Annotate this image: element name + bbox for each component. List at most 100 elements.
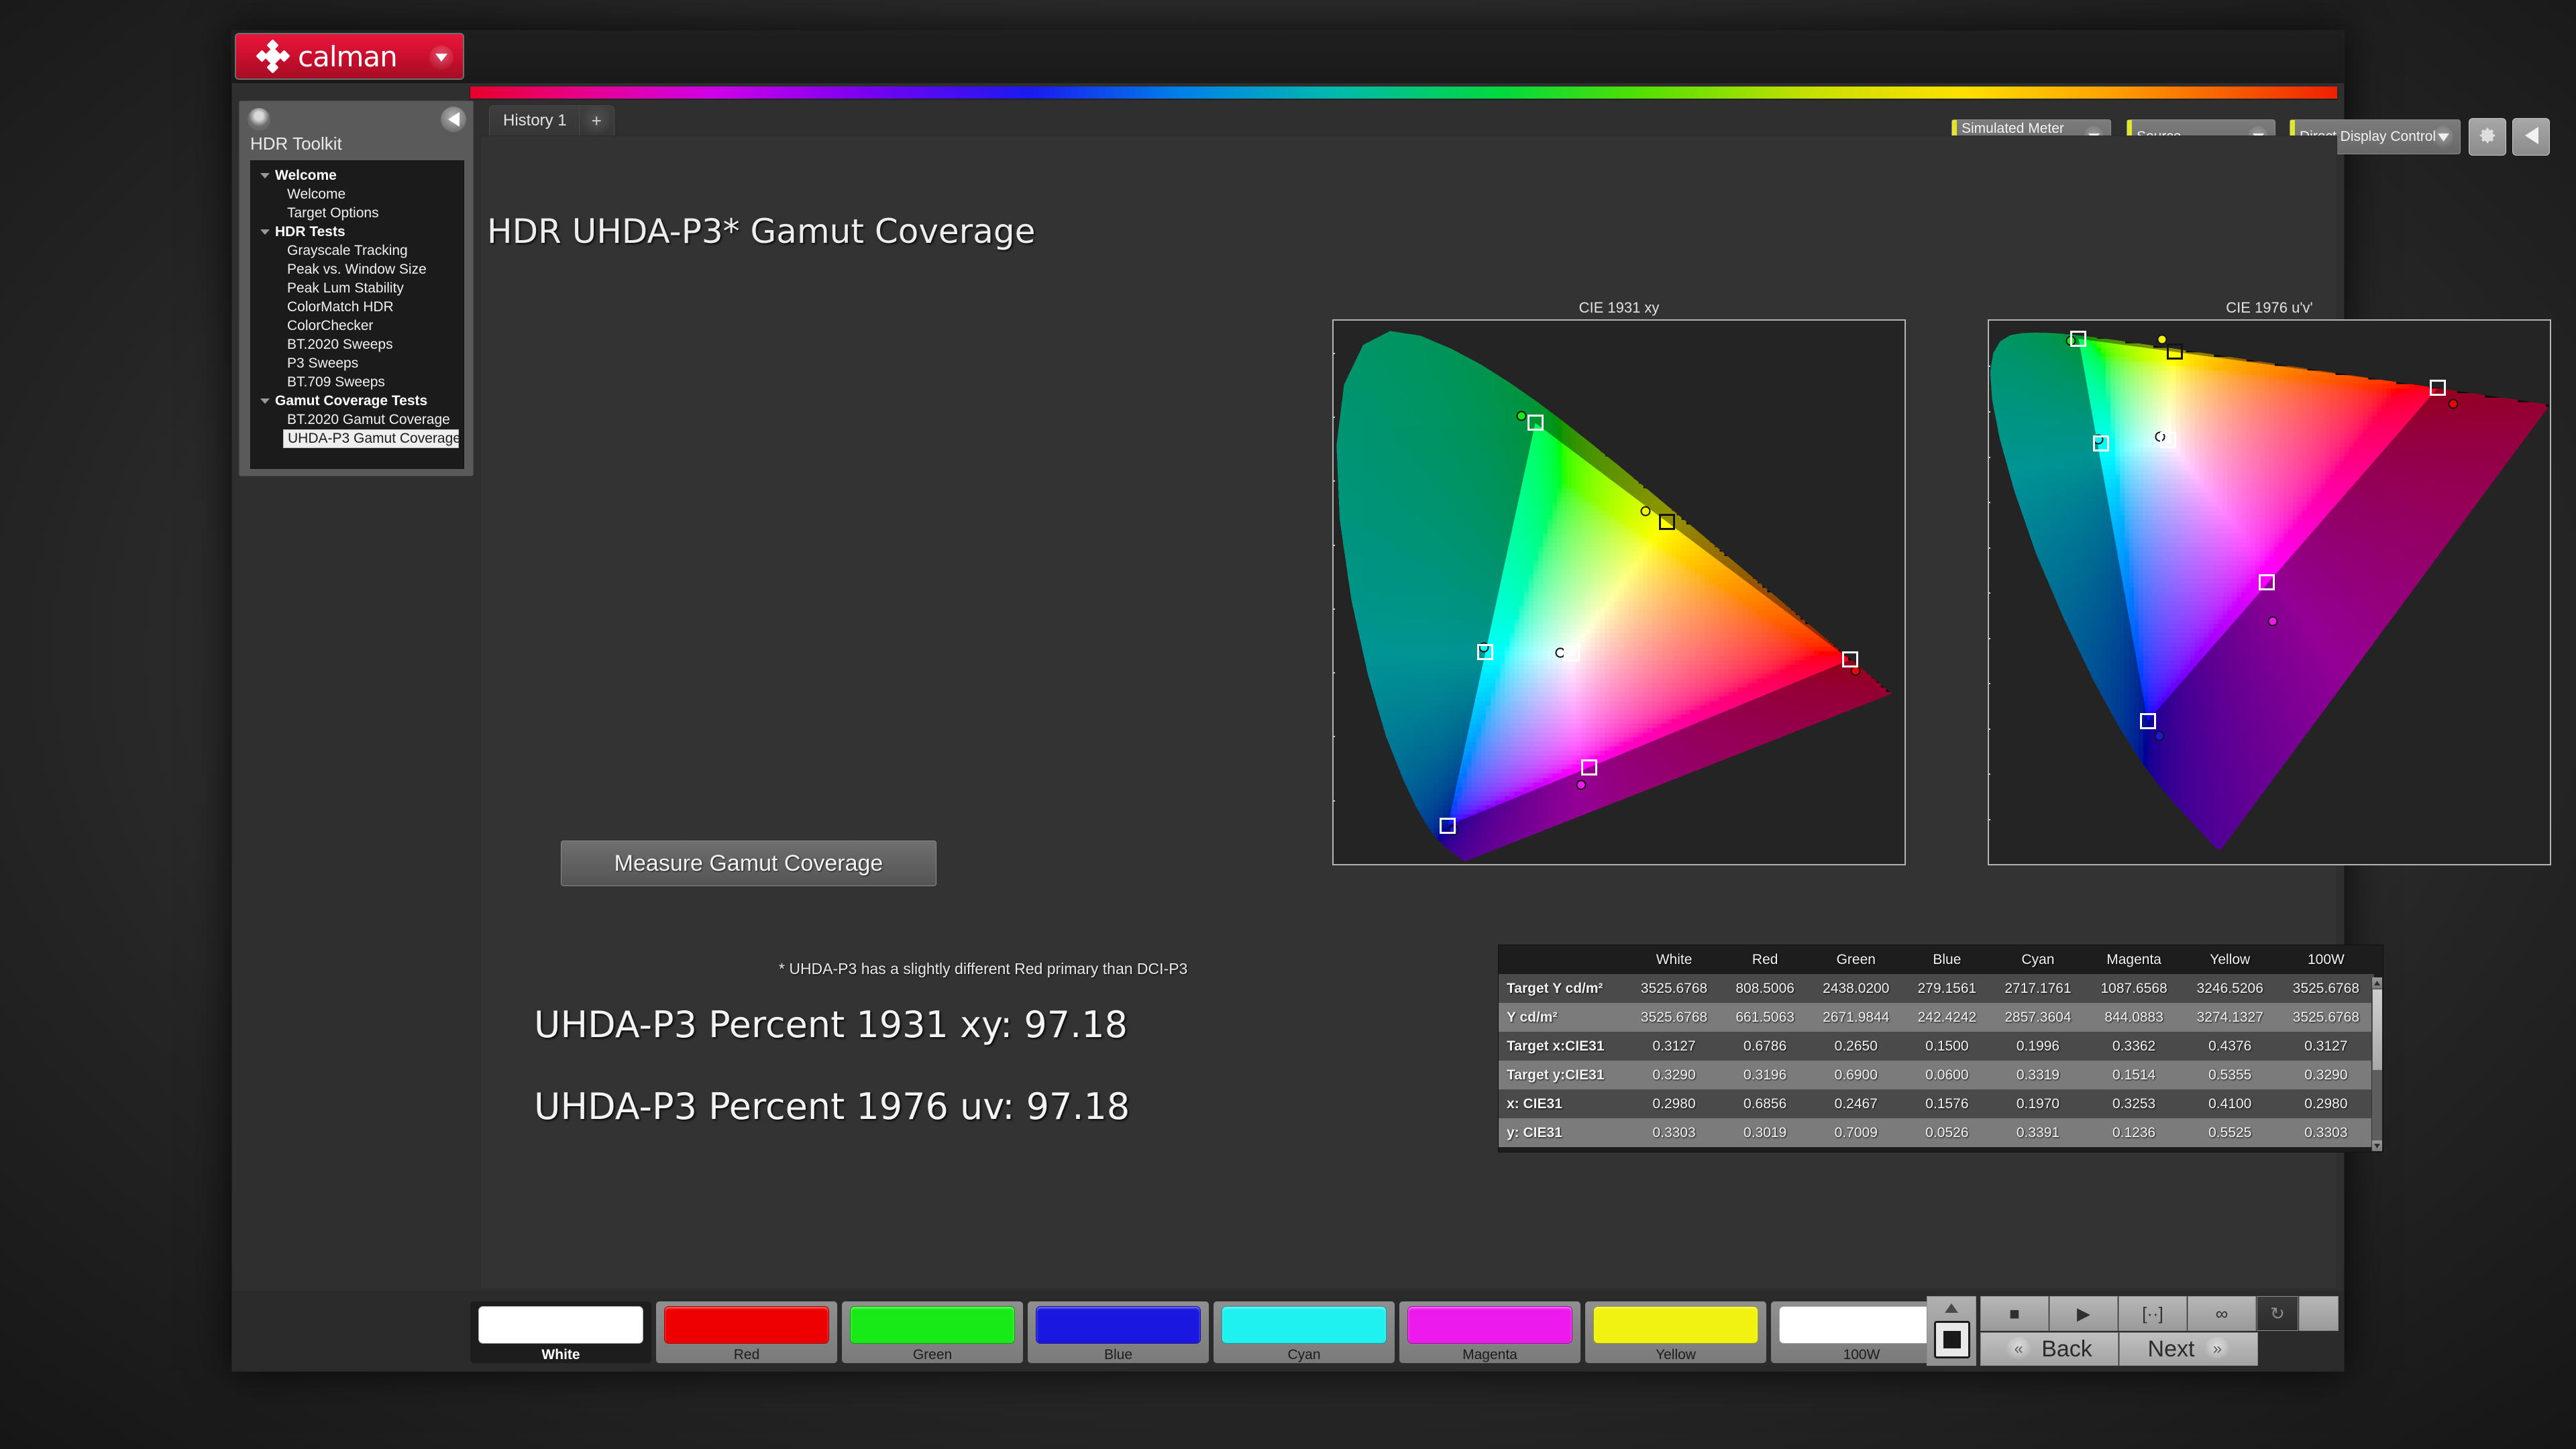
stop-button[interactable]: ■: [1980, 1296, 2049, 1331]
measurement-results-table[interactable]: White Red Green Blue Cyan Magenta Yellow 100W T…: [1498, 945, 2383, 1152]
sidebar-item-gamut-coverage-tests[interactable]: Gamut Coverage Tests: [251, 392, 464, 411]
swatch-blue[interactable]: Blue: [1028, 1301, 1209, 1363]
sidebar-item-uhda-p3-gamut-coverage[interactable]: UHDA-P3 Gamut Coverage: [283, 429, 461, 448]
refresh-button[interactable]: ↻: [2257, 1296, 2298, 1331]
collapse-left-panel-button[interactable]: [441, 107, 466, 132]
sidebar-item-bt-2020-gamut-coverage[interactable]: BT.2020 Gamut Coverage: [251, 411, 464, 429]
settings-button[interactable]: [2469, 118, 2506, 156]
swatch-color-chip: [1222, 1306, 1387, 1344]
table-cell: 0.3196: [1722, 1061, 1809, 1089]
swatch-white[interactable]: White: [470, 1301, 651, 1363]
scrollbar-thumb[interactable]: [2373, 989, 2382, 1070]
target-marker-green: [1527, 415, 1544, 431]
table-cell: 2671.9844: [1808, 1003, 1904, 1032]
table-scrollbar[interactable]: [2371, 977, 2382, 1151]
sidebar-item-bt-709-sweeps[interactable]: BT.709 Sweeps: [251, 373, 464, 392]
table-cell: 0.7009: [1808, 1118, 1904, 1147]
sidebar-item-label: Gamut Coverage Tests: [275, 393, 427, 409]
sidebar-item-colorchecker[interactable]: ColorChecker: [251, 317, 464, 335]
spectrum-gradient-bar: [470, 87, 2337, 99]
table-cell: 0.3019: [1722, 1118, 1809, 1147]
extra-button[interactable]: [2299, 1296, 2339, 1331]
sidebar-item-bt-2020-sweeps[interactable]: BT.2020 Sweeps: [251, 335, 464, 354]
sidebar-item-label: ColorChecker: [287, 318, 373, 334]
scroll-up-icon[interactable]: [2372, 977, 2382, 988]
gear-icon: [2477, 125, 2498, 149]
target-marker-100w: [1563, 645, 1580, 662]
sidebar-item-peak-lum-stability[interactable]: Peak Lum Stability: [251, 279, 464, 298]
triangle-expand-icon[interactable]: [260, 398, 270, 404]
window-pattern-icon[interactable]: [1934, 1321, 1970, 1358]
calman-logo-button[interactable]: calman: [235, 33, 464, 80]
row-header: Y cd/m²: [1499, 1003, 1626, 1032]
swatch-green[interactable]: Green: [842, 1301, 1023, 1363]
row-header: Target Y cd/m²: [1499, 974, 1626, 1003]
swatch-label: Magenta: [1462, 1347, 1517, 1363]
sidebar-item-label: P3 Sweeps: [287, 356, 358, 372]
swatch-magenta[interactable]: Magenta: [1399, 1301, 1580, 1363]
swatch-label: Cyan: [1287, 1347, 1320, 1363]
sidebar-item-colormatch-hdr[interactable]: ColorMatch HDR: [251, 298, 464, 317]
table-cell: 0.2467: [1808, 1089, 1904, 1118]
swatch-red[interactable]: Red: [656, 1301, 837, 1363]
collapse-right-panel-button[interactable]: [2512, 118, 2550, 156]
loop-button[interactable]: ∞: [2188, 1296, 2256, 1331]
swatch-yellow[interactable]: Yellow: [1585, 1301, 1766, 1363]
navigation-tree: Welcome Welcome Target Options HDR Tests Gra…: [250, 160, 464, 469]
triangle-expand-icon[interactable]: [260, 229, 270, 235]
back-button[interactable]: « Back: [1980, 1332, 2118, 1366]
swatch-label: Blue: [1104, 1347, 1132, 1363]
measure-gamut-coverage-button[interactable]: Measure Gamut Coverage: [561, 841, 936, 886]
bottom-toolbar: White Red Green Blue Cyan Magenta Yellow 100W ■…: [232, 1291, 2344, 1371]
results-table: White Red Green Blue Cyan Magenta Yellow 100W T…: [1499, 945, 2374, 1147]
bracket-button[interactable]: [··]: [2118, 1296, 2187, 1331]
chart-title: CIE 1976 u'v': [1988, 299, 2551, 317]
table-cell: 0.0526: [1904, 1118, 1990, 1147]
chevron-down-icon[interactable]: [2433, 126, 2453, 149]
sidebar-item-hdr-tests[interactable]: HDR Tests: [251, 223, 464, 241]
scroll-down-icon[interactable]: [2372, 1140, 2382, 1151]
measured-marker-yellow: [1640, 506, 1651, 516]
sidebar-item-grayscale-tracking[interactable]: Grayscale Tracking: [251, 241, 464, 260]
swatch-color-chip: [478, 1306, 643, 1344]
table-cell: 0.3303: [2277, 1118, 2374, 1147]
transport-controls: ■ ▶ [··] ∞ ↻ « Back Next »: [1927, 1296, 2339, 1366]
table-cell: 0.3253: [2086, 1089, 2182, 1118]
swatch-cyan[interactable]: Cyan: [1214, 1301, 1395, 1363]
sidebar-item-target-options[interactable]: Target Options: [251, 204, 464, 223]
cie-1931-plot-area[interactable]: 0.10.20.30.40.50.60.70.800.10.20.30.40.5…: [1332, 319, 1906, 865]
play-button[interactable]: ▶: [2049, 1296, 2118, 1331]
sidebar-item-peak-vs-window-size[interactable]: Peak vs. Window Size: [251, 260, 464, 279]
cie-1931-xy-chart: CIE 1931 xy 0.10.20.30.40.50.60.70.800.1…: [1332, 299, 1906, 903]
next-button[interactable]: Next »: [2119, 1332, 2258, 1366]
chevron-down-icon[interactable]: [429, 46, 453, 70]
table-cell: 0.0600: [1904, 1061, 1990, 1089]
table-row: Target y:CIE31 0.3290 0.3196 0.6900 0.0600 0.…: [1499, 1061, 2374, 1089]
chevron-up-icon[interactable]: [1927, 1297, 1976, 1320]
chevron-left-icon: [2524, 126, 2538, 148]
cie-1976-plot-area[interactable]: 0.050.10.150.20.250.30.350.40.450.50.550…: [1988, 319, 2551, 865]
double-chevron-left-icon: «: [2006, 1337, 2031, 1361]
tab-history-1[interactable]: History 1 +: [489, 105, 614, 136]
sidebar-item-label: BT.2020 Gamut Coverage: [287, 412, 450, 428]
sidebar-item-label: Target Options: [287, 205, 379, 221]
table-cell: 3525.6768: [2277, 1003, 2374, 1032]
triangle-expand-icon[interactable]: [260, 173, 270, 178]
sidebar-item-welcome[interactable]: Welcome: [251, 185, 464, 204]
panel-grip-icon[interactable]: [248, 108, 270, 131]
table-cell: 279.1561: [1904, 974, 1990, 1003]
table-corner-cell: [1499, 945, 1626, 974]
table-cell: 0.3319: [1990, 1061, 2086, 1089]
table-cell: 661.5063: [1722, 1003, 1809, 1032]
sidebar-item-label: BT.709 Sweeps: [287, 374, 385, 390]
column-header-green: Green: [1808, 945, 1904, 974]
sidebar-item-welcome[interactable]: Welcome: [251, 166, 464, 185]
add-tab-button[interactable]: +: [578, 106, 614, 136]
target-marker-green: [2070, 331, 2087, 347]
window-size-control[interactable]: [1927, 1296, 1976, 1366]
swatch-color-chip: [1407, 1306, 1572, 1344]
swatch-100w[interactable]: 100W: [1771, 1301, 1952, 1363]
sidebar-item-p3-sweeps[interactable]: P3 Sweeps: [251, 354, 464, 373]
column-header-white: White: [1626, 945, 1723, 974]
table-cell: 0.5525: [2182, 1118, 2278, 1147]
